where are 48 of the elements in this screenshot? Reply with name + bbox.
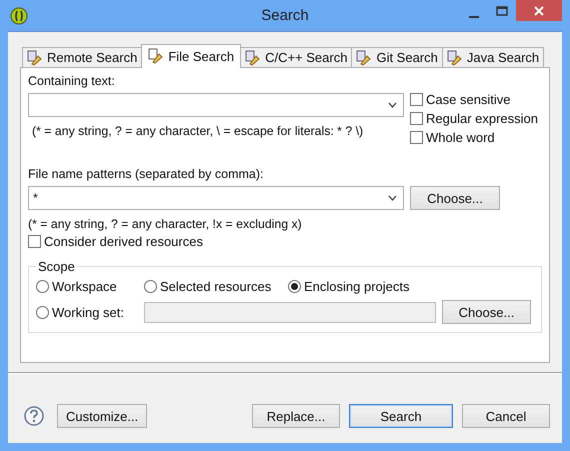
working-set-field[interactable] [144, 302, 436, 322]
close-button[interactable] [516, 0, 562, 21]
tab[interactable]: C/C++ Search [240, 47, 352, 67]
choose-button[interactable]: Choose... [410, 186, 500, 210]
field-label: File name patterns (separated by comma): [28, 167, 265, 181]
window-title: Search [261, 7, 309, 24]
flashlight-icon [446, 50, 462, 66]
checkbox[interactable] [410, 131, 423, 144]
maximize-icon [496, 6, 508, 16]
caret-icon [388, 195, 397, 201]
checkbox-label: Case sensitive [426, 92, 511, 107]
close-icon [533, 4, 545, 16]
radio-label: Working set: [52, 304, 124, 320]
app-icon [10, 6, 28, 24]
hint-text: (* = any string, ? = any character, \ = escape for literals: * ? \) [32, 124, 364, 138]
caret-icon [388, 102, 397, 108]
hint-text: (* = any string, ? = any character, !x = excluding x) [28, 217, 303, 231]
checkbox-label: Whole word [426, 130, 495, 145]
search-button[interactable]: Search [349, 404, 453, 428]
tab[interactable]: Java Search [442, 47, 544, 67]
field-label: Containing text: [28, 74, 116, 88]
checkbox[interactable] [410, 112, 423, 125]
flashlight-icon [26, 50, 42, 66]
flashlight-icon [147, 48, 164, 64]
help-icon[interactable] [24, 406, 44, 426]
tab[interactable]: Git Search [351, 47, 443, 67]
radio-label: Enclosing projects [304, 279, 410, 294]
tab[interactable]: Remote Search [22, 47, 142, 67]
replace-button[interactable]: Replace... [252, 404, 340, 428]
radio-label: Workspace [52, 279, 117, 294]
choose-button[interactable]: Choose... [442, 300, 531, 324]
radio-label: Selected resources [160, 279, 272, 294]
customize-button[interactable]: Customize... [57, 404, 147, 428]
minimize-icon [469, 16, 479, 18]
radio-button[interactable] [288, 280, 301, 293]
cancel-button[interactable]: Cancel [462, 404, 550, 428]
flashlight-icon [355, 50, 372, 66]
checkbox[interactable] [410, 93, 423, 106]
file-patterns-combo[interactable]: * [28, 186, 404, 210]
checkbox[interactable] [28, 235, 41, 248]
radio-button[interactable] [144, 280, 157, 293]
checkbox-label: Consider derived resources [44, 234, 203, 249]
checkbox-label: Regular expression [426, 111, 538, 126]
radio-button[interactable] [36, 280, 49, 293]
flashlight-icon [244, 50, 260, 66]
radio-button[interactable] [36, 306, 49, 318]
group-title: Scope [36, 259, 77, 274]
tab[interactable]: File Search [141, 44, 242, 68]
